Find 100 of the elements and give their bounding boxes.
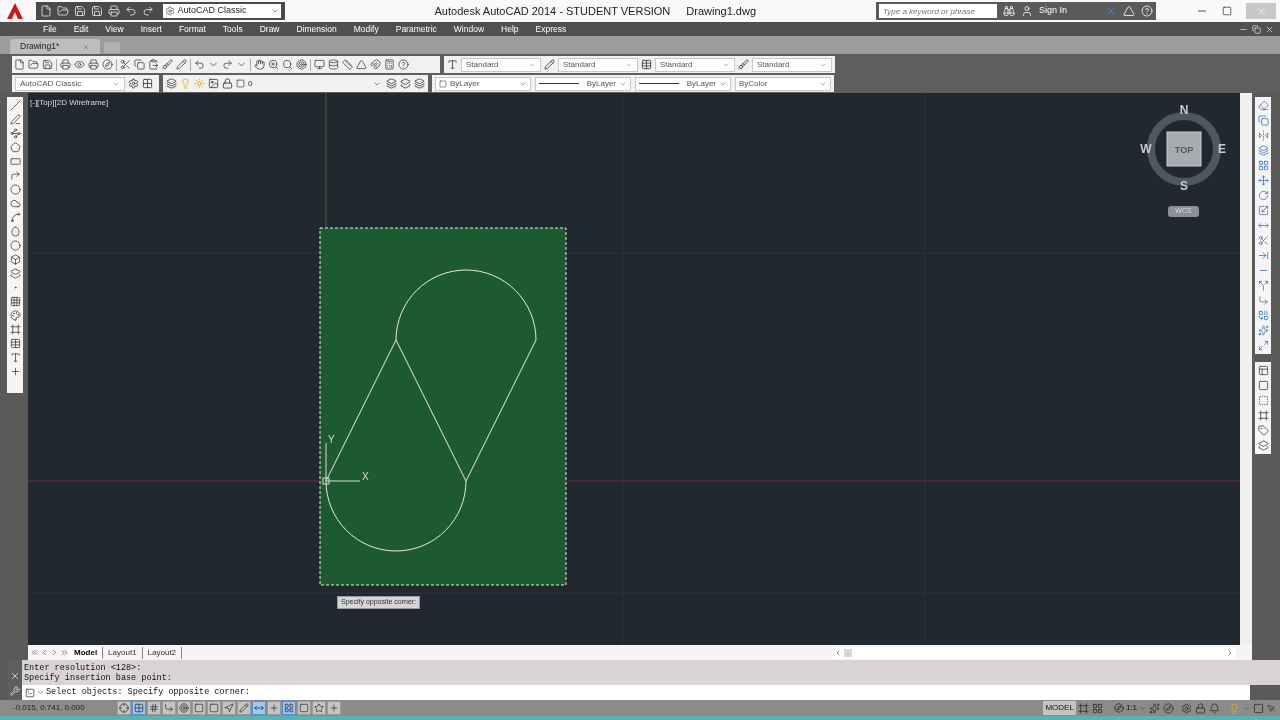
- send-back-icon[interactable]: [1257, 395, 1269, 406]
- layer-state-icon[interactable]: [414, 78, 425, 89]
- lineweight-dropdown[interactable]: ByLayer: [635, 76, 731, 91]
- chevron-down-icon[interactable]: [1139, 704, 1146, 712]
- rectangle-icon[interactable]: [9, 156, 21, 167]
- vertical-scrollbar[interactable]: [1240, 93, 1252, 645]
- menu-item[interactable]: Express: [535, 22, 567, 36]
- redo-icon[interactable]: [141, 5, 154, 17]
- extend-icon[interactable]: [1257, 250, 1269, 261]
- redo-icon[interactable]: [222, 59, 233, 70]
- sign-in-link[interactable]: Sign In: [1039, 4, 1099, 18]
- draw-order-icon[interactable]: [1257, 365, 1269, 376]
- stretch-icon[interactable]: [1257, 220, 1269, 231]
- clean-screen-icon[interactable]: [1253, 702, 1264, 714]
- menu-item[interactable]: Edit: [73, 22, 89, 36]
- table-style-icon[interactable]: [641, 59, 652, 70]
- polyline-icon[interactable]: [9, 128, 21, 139]
- maximize-icon[interactable]: [1222, 6, 1232, 16]
- annotation-scale-button[interactable]: 1:1: [1113, 701, 1146, 715]
- gear-icon[interactable]: [164, 6, 175, 16]
- copy-icon[interactable]: [1257, 115, 1269, 126]
- save-icon[interactable]: [42, 59, 53, 70]
- multileader-style-icon[interactable]: [738, 59, 749, 70]
- horizontal-scrollbar[interactable]: [832, 646, 1236, 659]
- preview-icon[interactable]: [74, 59, 85, 70]
- undo-icon[interactable]: [124, 5, 137, 17]
- south-label[interactable]: S: [1180, 179, 1188, 193]
- menu-item[interactable]: Insert: [140, 22, 162, 36]
- caret-icon[interactable]: [37, 689, 44, 696]
- join-icon[interactable]: [1257, 280, 1269, 291]
- scale-icon[interactable]: [1257, 205, 1269, 216]
- linetype-dropdown[interactable]: ByLayer: [535, 76, 631, 91]
- style-dropdown[interactable]: Standard: [655, 57, 735, 72]
- copy-icon[interactable]: [134, 59, 145, 70]
- workspace-select[interactable]: AutoCAD Classic: [15, 76, 125, 91]
- close-icon[interactable]: [1265, 24, 1274, 34]
- undo-icon[interactable]: [194, 59, 205, 70]
- terminal-icon[interactable]: [25, 687, 35, 698]
- quick-view-layouts-icon[interactable]: [1077, 702, 1089, 714]
- annotation-visibility-icon[interactable]: [1149, 702, 1160, 714]
- next-tab-icon[interactable]: [50, 648, 59, 657]
- settings-icon[interactable]: [1181, 702, 1192, 714]
- style-dropdown[interactable]: Standard: [461, 57, 541, 72]
- menu-item[interactable]: Help: [501, 22, 519, 36]
- zoom-icon[interactable]: [268, 59, 279, 70]
- arc-icon[interactable]: [9, 170, 21, 181]
- frame-icon[interactable]: [1257, 410, 1269, 421]
- color-dropdown[interactable]: ByLayer: [435, 76, 531, 91]
- menu-item[interactable]: View: [105, 22, 124, 36]
- lock-icon[interactable]: [1195, 702, 1206, 714]
- print-icon[interactable]: [60, 59, 71, 70]
- circle-icon[interactable]: [9, 184, 21, 195]
- style-dropdown[interactable]: Standard: [752, 57, 832, 72]
- make-current-icon[interactable]: [386, 78, 397, 89]
- command-handle[interactable]: [7, 660, 22, 700]
- lock-icon[interactable]: [222, 78, 233, 89]
- workspace-dropdown[interactable]: AutoCAD Classic: [162, 4, 281, 18]
- spline-icon[interactable]: [9, 212, 21, 223]
- trim-icon[interactable]: [1257, 235, 1269, 246]
- east-label[interactable]: E: [1218, 142, 1226, 156]
- cut-icon[interactable]: [120, 59, 131, 70]
- chevron-right-icon[interactable]: [1226, 648, 1234, 657]
- mirror-icon[interactable]: [1257, 130, 1269, 141]
- menu-item[interactable]: Format: [178, 22, 206, 36]
- bring-front-icon[interactable]: [1257, 380, 1269, 391]
- model-space-button[interactable]: MODEL: [1043, 701, 1076, 715]
- move-icon[interactable]: [1257, 175, 1269, 186]
- help-icon[interactable]: [398, 59, 409, 70]
- print-icon[interactable]: [107, 5, 120, 17]
- menu-item[interactable]: Modify: [353, 22, 379, 36]
- menu-item[interactable]: Draw: [259, 22, 280, 36]
- hatch-icon[interactable]: [9, 296, 21, 307]
- new-file-icon[interactable]: [14, 59, 25, 70]
- first-tab-icon[interactable]: [30, 648, 39, 657]
- text-icon[interactable]: [9, 352, 21, 363]
- menu-item[interactable]: Window: [453, 22, 485, 36]
- search-icon[interactable]: [1003, 5, 1015, 17]
- ellipse-arc-icon[interactable]: [9, 240, 21, 251]
- pan-icon[interactable]: [254, 59, 265, 70]
- layer-dropdown[interactable]: 0: [248, 76, 383, 91]
- open-folder-icon[interactable]: [28, 59, 39, 70]
- layout-tab[interactable]: Layout1: [103, 646, 143, 659]
- scrollbar-thumb[interactable]: [844, 648, 852, 657]
- pentagon-icon[interactable]: [9, 142, 21, 153]
- chamfer-icon[interactable]: [1257, 295, 1269, 306]
- quick-view-drawings-icon[interactable]: [1091, 702, 1103, 714]
- viewport-controls[interactable]: [-][Top][2D Wireframe]: [30, 97, 109, 109]
- text-style-icon[interactable]: [447, 59, 458, 70]
- chevron-left-icon[interactable]: [834, 648, 842, 657]
- save-as-icon[interactable]: [90, 5, 103, 17]
- cloud-icon[interactable]: [9, 198, 21, 209]
- dimension-style-icon[interactable]: [544, 59, 555, 70]
- menu-item[interactable]: Tools: [222, 22, 243, 36]
- document-tab[interactable]: Drawing1*: [10, 39, 100, 54]
- workspace-icon[interactable]: [142, 78, 153, 89]
- compass-icon[interactable]: [1113, 703, 1124, 713]
- plot-style-dropdown[interactable]: ByColor: [735, 76, 831, 91]
- add-icon[interactable]: [9, 366, 21, 377]
- block-editor-icon[interactable]: [176, 59, 187, 70]
- paste-icon[interactable]: [148, 59, 159, 70]
